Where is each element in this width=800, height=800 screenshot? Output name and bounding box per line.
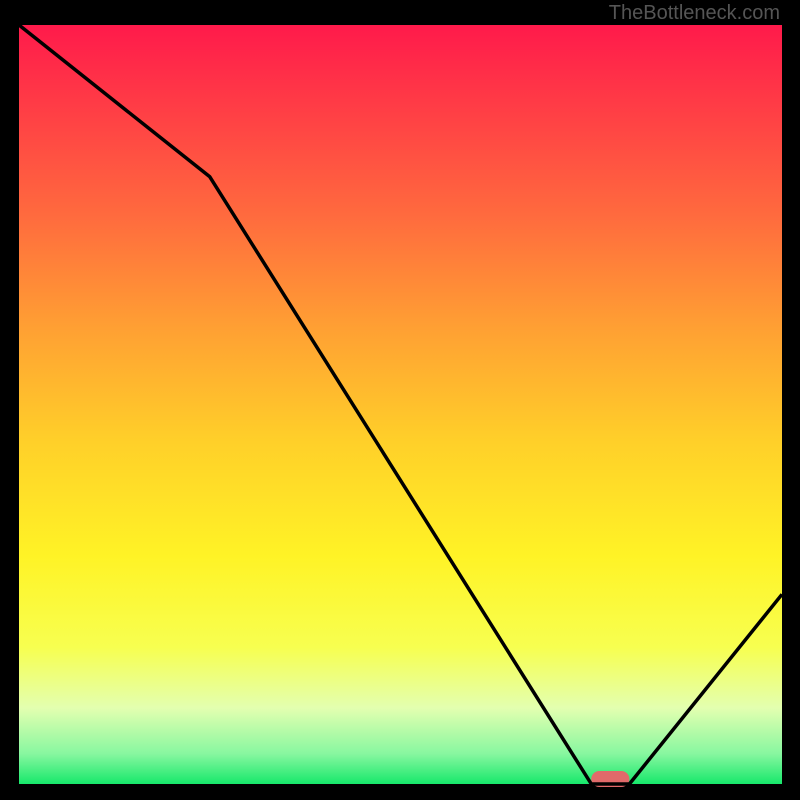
bottleneck-chart (0, 0, 800, 800)
watermark-text: TheBottleneck.com (609, 2, 780, 25)
chart-gradient-background (19, 25, 782, 784)
chart-container: TheBottleneck.com (0, 0, 800, 800)
